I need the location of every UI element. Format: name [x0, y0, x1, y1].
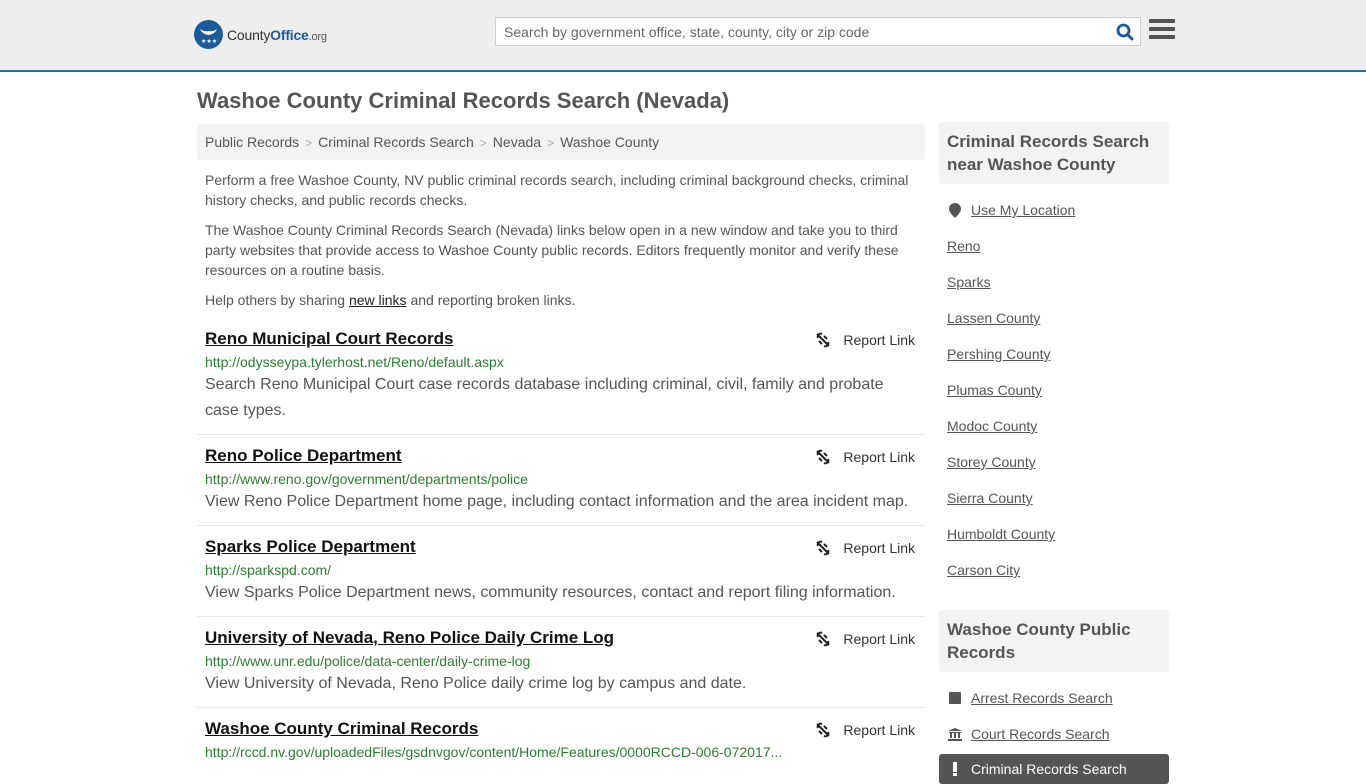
breadcrumb-public-records[interactable]: Public Records	[205, 134, 299, 150]
record-item: Reno Police Department Report Link http:…	[197, 445, 925, 526]
record-title-link[interactable]: University of Nevada, Reno Police Daily …	[205, 627, 614, 649]
public-records-item: Court Records Search	[947, 716, 1161, 752]
search-icon	[1116, 23, 1134, 40]
report-link-button[interactable]: Report Link	[815, 332, 915, 348]
nearby-link-storey-county[interactable]: Storey County	[947, 454, 1036, 470]
breadcrumb-criminal-records-search[interactable]: Criminal Records Search	[318, 134, 474, 150]
intro-text-before: Help others by sharing	[205, 292, 349, 308]
nearby-link-sierra-county[interactable]: Sierra County	[947, 490, 1033, 506]
record-title-link[interactable]: Sparks Police Department	[205, 536, 416, 558]
intro-paragraph: The Washoe County Criminal Records Searc…	[205, 222, 899, 278]
record-title-link[interactable]: Reno Police Department	[205, 445, 402, 467]
page-title: Washoe County Criminal Records Search (N…	[197, 88, 730, 113]
nearby-list: Use My Location Reno Sparks Lassen Count…	[939, 184, 1169, 596]
nearby-item: Carson City	[947, 552, 1161, 588]
report-link-label: Report Link	[843, 722, 915, 738]
record-item: Sparks Police Department Report Link htt…	[197, 536, 925, 617]
map-marker-icon	[947, 202, 963, 218]
search-input[interactable]	[496, 18, 1110, 45]
broken-link-icon	[816, 631, 831, 647]
record-url[interactable]: http://www.unr.edu/police/data-center/da…	[205, 652, 917, 670]
public-records-heading: Washoe County Public Records	[939, 610, 1169, 672]
record-item: University of Nevada, Reno Police Daily …	[197, 627, 925, 708]
breadcrumb: Public Records > Criminal Records Search > N…	[197, 124, 925, 160]
intro-paragraph: Perform a free Washoe County, NV public …	[205, 172, 909, 208]
broken-link-icon	[816, 540, 831, 556]
record-description: View Sparks Police Department news, comm…	[205, 584, 896, 601]
svg-text:★★★: ★★★	[201, 38, 217, 45]
report-link-label: Report Link	[843, 540, 915, 556]
intro-text: Perform a free Washoe County, NV public …	[197, 170, 925, 310]
site-logo[interactable]: ★★★ CountyOffice.org	[194, 20, 327, 49]
record-title-link[interactable]: Washoe County Criminal Records	[205, 718, 478, 740]
criminal-records-search-label: Criminal Records Search	[971, 761, 1127, 777]
nearby-item: Pershing County	[947, 336, 1161, 372]
report-link-label: Report Link	[843, 631, 915, 647]
breadcrumb-separator: >	[547, 136, 555, 150]
courthouse-icon	[947, 727, 963, 741]
report-link-button[interactable]: Report Link	[815, 722, 915, 738]
record-description: Search Reno Municipal Court case records…	[205, 376, 884, 419]
exclamation-icon	[947, 762, 963, 776]
record-title-link[interactable]: Reno Municipal Court Records	[205, 328, 453, 350]
nearby-link-lassen-county[interactable]: Lassen County	[947, 310, 1040, 326]
search-button[interactable]	[1110, 18, 1140, 45]
intro-paragraph: Help others by sharing new links and rep…	[197, 290, 925, 310]
site-header: ★★★ CountyOffice.org	[0, 0, 1366, 72]
arrest-records-search-link[interactable]: Arrest Records Search	[971, 690, 1113, 706]
broken-link-icon	[816, 449, 831, 465]
record-url[interactable]: http://rccd.nv.gov/uploadedFiles/gsdnvgo…	[205, 743, 917, 761]
nearby-link-reno[interactable]: Reno	[947, 238, 980, 254]
nearby-item: Sierra County	[947, 480, 1161, 516]
nearby-item: Reno	[947, 228, 1161, 264]
nearby-link-pershing-county[interactable]: Pershing County	[947, 346, 1051, 362]
court-records-search-link[interactable]: Court Records Search	[971, 726, 1110, 742]
nearby-link-plumas-county[interactable]: Plumas County	[947, 382, 1042, 398]
nearby-link-humboldt-county[interactable]: Humboldt County	[947, 526, 1055, 542]
report-link-label: Report Link	[843, 332, 915, 348]
eagle-stars-icon: ★★★	[194, 20, 223, 49]
report-link-button[interactable]: Report Link	[815, 631, 915, 647]
record-description: View Reno Police Department home page, i…	[205, 493, 909, 510]
report-link-label: Report Link	[843, 449, 915, 465]
hamburger-menu-icon[interactable]	[1149, 19, 1175, 43]
nearby-item: Plumas County	[947, 372, 1161, 408]
breadcrumb-washoe-county: Washoe County	[560, 134, 660, 150]
record-url[interactable]: http://sparkspd.com/	[205, 561, 917, 579]
sidebar: Criminal Records Search near Washoe Coun…	[939, 122, 1169, 784]
breadcrumb-separator: >	[305, 136, 313, 150]
public-records-list: Arrest Records Search Court Records Sear…	[939, 672, 1169, 752]
nearby-item: Humboldt County	[947, 516, 1161, 552]
nearby-heading: Criminal Records Search near Washoe Coun…	[939, 122, 1169, 184]
record-url[interactable]: http://odysseypa.tylerhost.net/Reno/defa…	[205, 353, 917, 371]
square-icon	[947, 692, 963, 704]
nearby-item: Lassen County	[947, 300, 1161, 336]
records-list: Reno Municipal Court Records Report Link…	[197, 328, 925, 771]
nearby-item: Modoc County	[947, 408, 1161, 444]
use-my-location-link[interactable]: Use My Location	[971, 202, 1075, 218]
record-description: View University of Nevada, Reno Police d…	[205, 675, 747, 692]
criminal-records-search-active[interactable]: Criminal Records Search	[939, 754, 1169, 784]
broken-link-icon	[816, 332, 831, 348]
record-item: Reno Municipal Court Records Report Link…	[197, 328, 925, 435]
nearby-link-carson-city[interactable]: Carson City	[947, 562, 1020, 578]
nearby-item: Storey County	[947, 444, 1161, 480]
nearby-link-sparks[interactable]: Sparks	[947, 274, 991, 290]
broken-link-icon	[816, 722, 831, 738]
public-records-item: Arrest Records Search	[947, 680, 1161, 716]
record-url[interactable]: http://www.reno.gov/government/departmen…	[205, 470, 917, 488]
report-link-button[interactable]: Report Link	[815, 449, 915, 465]
use-my-location[interactable]: Use My Location	[947, 192, 1161, 228]
logo-text: CountyOffice.org	[227, 26, 327, 43]
main-content: Public Records > Criminal Records Search > N…	[197, 124, 925, 781]
breadcrumb-separator: >	[479, 136, 487, 150]
nearby-item: Sparks	[947, 264, 1161, 300]
nearby-link-modoc-county[interactable]: Modoc County	[947, 418, 1037, 434]
search-box	[495, 17, 1141, 46]
new-links-link[interactable]: new links	[349, 292, 407, 308]
report-link-button[interactable]: Report Link	[815, 540, 915, 556]
record-item: Washoe County Criminal Records Report Li…	[197, 718, 925, 771]
intro-text-after: and reporting broken links.	[406, 292, 576, 308]
breadcrumb-nevada[interactable]: Nevada	[493, 134, 541, 150]
